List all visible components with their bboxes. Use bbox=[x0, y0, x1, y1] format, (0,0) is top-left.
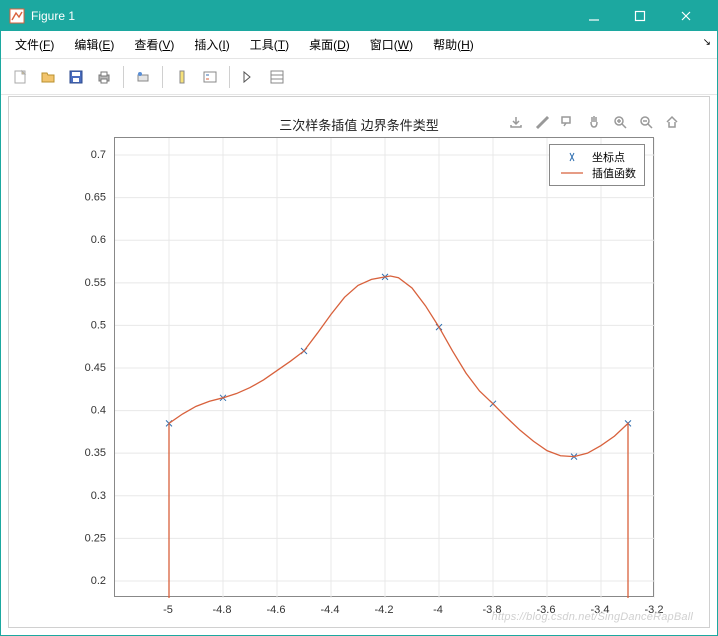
menu-overflow-icon[interactable]: ↘ bbox=[703, 37, 711, 48]
menubar: 文件(F) 编辑(E) 查看(V) 插入(I) 工具(T) 桌面(D) 窗口(W… bbox=[1, 31, 717, 59]
toolbar bbox=[1, 59, 717, 95]
chart-svg bbox=[115, 138, 655, 598]
svg-text:0.2: 0.2 bbox=[91, 575, 106, 587]
zoom-in-icon[interactable] bbox=[611, 113, 629, 131]
svg-text:-3.6: -3.6 bbox=[537, 604, 556, 616]
chart-axes[interactable]: 坐标点 插值函数 bbox=[114, 137, 654, 597]
app-icon bbox=[9, 8, 25, 24]
legend-item-points: 坐标点 bbox=[558, 149, 636, 165]
export-icon[interactable] bbox=[507, 113, 525, 131]
menu-file[interactable]: 文件(F) bbox=[5, 32, 64, 57]
menu-window[interactable]: 窗口(W) bbox=[360, 32, 423, 57]
svg-text:-3.4: -3.4 bbox=[591, 604, 610, 616]
edit-plot-button[interactable] bbox=[236, 64, 262, 90]
svg-text:0.65: 0.65 bbox=[85, 192, 106, 204]
svg-text:0.55: 0.55 bbox=[85, 277, 106, 289]
maximize-button[interactable] bbox=[617, 1, 663, 31]
menu-edit[interactable]: 编辑(E) bbox=[64, 32, 124, 57]
property-inspector-button[interactable] bbox=[264, 64, 290, 90]
menu-help[interactable]: 帮助(H) bbox=[423, 32, 484, 57]
toolbar-separator bbox=[162, 66, 163, 88]
svg-text:-4.4: -4.4 bbox=[321, 604, 340, 616]
chart-legend[interactable]: 坐标点 插值函数 bbox=[549, 144, 645, 186]
svg-text:0.6: 0.6 bbox=[91, 234, 106, 246]
toolbar-separator bbox=[123, 66, 124, 88]
figure-window: Figure 1 文件(F) 编辑(E) 查看(V) 插入(I) 工具(T) 桌… bbox=[0, 0, 718, 636]
new-figure-button[interactable] bbox=[7, 64, 33, 90]
close-button[interactable] bbox=[663, 1, 709, 31]
svg-text:-4.8: -4.8 bbox=[213, 604, 232, 616]
svg-text:0.45: 0.45 bbox=[85, 362, 106, 374]
svg-text:-4: -4 bbox=[433, 604, 443, 616]
svg-text:0.25: 0.25 bbox=[85, 532, 106, 544]
svg-text:0.5: 0.5 bbox=[91, 319, 106, 331]
toolbar-separator bbox=[229, 66, 230, 88]
legend-label-points: 坐标点 bbox=[592, 149, 625, 165]
minimize-button[interactable] bbox=[571, 1, 617, 31]
legend-line-icon bbox=[558, 168, 586, 178]
home-icon[interactable] bbox=[663, 113, 681, 131]
save-button[interactable] bbox=[63, 64, 89, 90]
pan-icon[interactable] bbox=[585, 113, 603, 131]
legend-marker-x-icon bbox=[558, 152, 586, 162]
plot-wrap: 三次样条插值 边界条件类型 坐标点 bbox=[9, 97, 709, 627]
svg-text:-3.8: -3.8 bbox=[483, 604, 502, 616]
zoom-out-icon[interactable] bbox=[637, 113, 655, 131]
open-button[interactable] bbox=[35, 64, 61, 90]
figure-area: 三次样条插值 边界条件类型 坐标点 bbox=[8, 96, 710, 628]
legend-item-curve: 插值函数 bbox=[558, 165, 636, 181]
titlebar: Figure 1 bbox=[1, 1, 717, 31]
link-axes-button[interactable] bbox=[130, 64, 156, 90]
insert-legend-button[interactable] bbox=[197, 64, 223, 90]
svg-text:0.35: 0.35 bbox=[85, 447, 106, 459]
svg-text:0.3: 0.3 bbox=[91, 490, 106, 502]
svg-text:-4.6: -4.6 bbox=[267, 604, 286, 616]
svg-text:-4.2: -4.2 bbox=[375, 604, 394, 616]
window-title: Figure 1 bbox=[31, 9, 571, 23]
figure-tool-strip bbox=[507, 113, 681, 131]
svg-text:-3.2: -3.2 bbox=[645, 604, 664, 616]
legend-label-curve: 插值函数 bbox=[592, 165, 636, 181]
svg-text:0.7: 0.7 bbox=[91, 149, 106, 161]
menu-insert[interactable]: 插入(I) bbox=[184, 32, 239, 57]
svg-text:-5: -5 bbox=[163, 604, 173, 616]
menu-desktop[interactable]: 桌面(D) bbox=[299, 32, 360, 57]
brush-icon[interactable] bbox=[533, 113, 551, 131]
menu-view[interactable]: 查看(V) bbox=[124, 32, 184, 57]
insert-colorbar-button[interactable] bbox=[169, 64, 195, 90]
menu-tools[interactable]: 工具(T) bbox=[240, 32, 299, 57]
watermark-text: https://blog.csdn.net/SingDanceRapBall bbox=[492, 611, 693, 623]
print-button[interactable] bbox=[91, 64, 117, 90]
datatip-icon[interactable] bbox=[559, 113, 577, 131]
svg-text:0.4: 0.4 bbox=[91, 405, 106, 417]
